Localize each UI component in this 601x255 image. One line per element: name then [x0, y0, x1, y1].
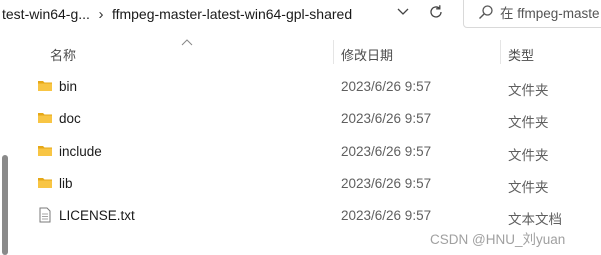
column-header: 名称 修改日期 类型 — [0, 38, 601, 66]
file-explorer-window: test-win64-g... › ffmpeg-master-latest-w… — [0, 0, 601, 255]
column-divider[interactable] — [333, 40, 334, 64]
column-type-header[interactable]: 类型 — [508, 45, 534, 64]
sort-ascending-icon — [181, 39, 193, 46]
column-divider[interactable] — [500, 40, 501, 64]
refresh-icon — [430, 5, 442, 18]
watermark-text: CSDN @HNU_刘yuan — [430, 232, 566, 247]
search-input[interactable]: 在 ffmpeg-maste — [463, 0, 601, 28]
chevron-right-icon[interactable]: › — [92, 6, 110, 23]
folder-icon — [38, 178, 52, 188]
file-name: include — [59, 144, 102, 159]
file-date: 2023/6/26 9:57 — [341, 79, 432, 94]
address-bar: test-win64-g... › ffmpeg-master-latest-w… — [0, 0, 601, 38]
breadcrumb-item-current[interactable]: ffmpeg-master-latest-win64-gpl-shared — [110, 6, 354, 22]
file-type: 文本文档 — [508, 212, 562, 227]
column-name-header[interactable]: 名称 — [50, 45, 76, 64]
file-row-license[interactable]: LICENSE.txt 2023/6/26 9:57 文本文档 — [0, 199, 601, 231]
refresh-button[interactable] — [424, 0, 448, 24]
file-name: lib — [59, 176, 73, 191]
folder-icon — [38, 81, 52, 91]
file-type: 文件夹 — [508, 83, 549, 98]
file-type: 文件夹 — [508, 148, 549, 163]
breadcrumb[interactable]: test-win64-g... › ffmpeg-master-latest-w… — [0, 0, 456, 28]
file-row-bin[interactable]: bin 2023/6/26 9:57 文件夹 — [0, 70, 601, 102]
chevron-down-icon — [397, 8, 409, 15]
text-file-icon — [39, 207, 51, 223]
column-date-header[interactable]: 修改日期 — [341, 45, 393, 64]
file-date: 2023/6/26 9:57 — [341, 208, 432, 223]
file-date: 2023/6/26 9:57 — [341, 176, 432, 191]
address-history-button[interactable] — [392, 0, 414, 24]
file-name: LICENSE.txt — [59, 208, 135, 223]
breadcrumb-item-parent[interactable]: test-win64-g... — [0, 6, 92, 22]
file-row-include[interactable]: include 2023/6/26 9:57 文件夹 — [0, 135, 601, 167]
folder-icon — [38, 113, 52, 123]
scrollbar-thumb[interactable] — [2, 155, 8, 255]
file-date: 2023/6/26 9:57 — [341, 111, 432, 126]
file-type: 文件夹 — [508, 180, 549, 195]
search-icon — [472, 4, 500, 20]
file-name: doc — [59, 111, 81, 126]
file-type: 文件夹 — [508, 115, 549, 130]
file-date: 2023/6/26 9:57 — [341, 144, 432, 159]
folder-icon — [38, 146, 52, 156]
search-placeholder: 在 ffmpeg-maste — [500, 6, 600, 21]
file-row-lib[interactable]: lib 2023/6/26 9:57 文件夹 — [0, 167, 601, 199]
file-name: bin — [59, 79, 78, 94]
file-row-doc[interactable]: doc 2023/6/26 9:57 文件夹 — [0, 102, 601, 134]
